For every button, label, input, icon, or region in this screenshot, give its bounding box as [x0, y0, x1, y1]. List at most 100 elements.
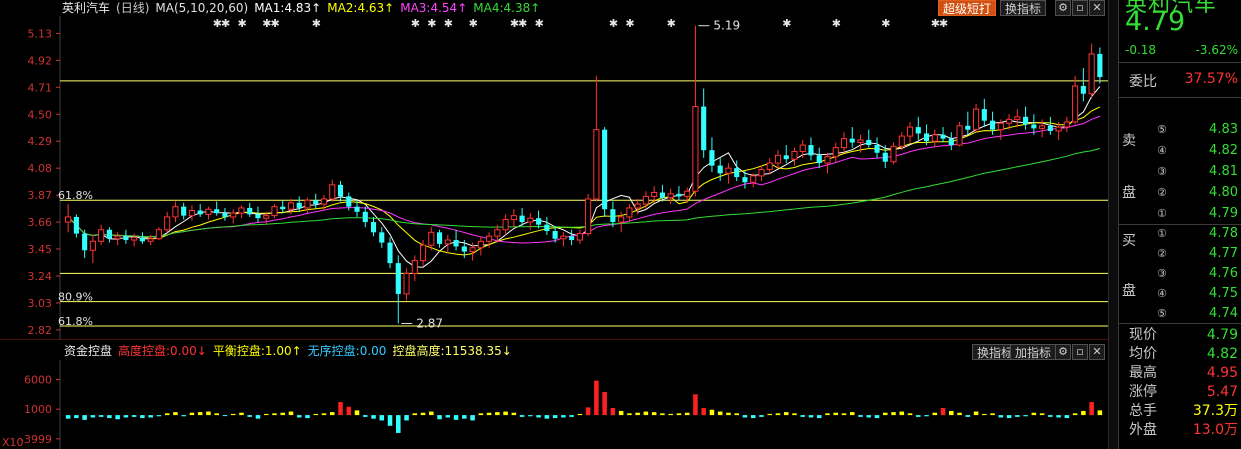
- capital-bar: [280, 412, 285, 416]
- candle-body: [866, 139, 872, 146]
- sub-zoom-icon[interactable]: ▫: [1072, 344, 1088, 360]
- stat-value: 4.95: [1206, 365, 1238, 381]
- add-indicator-button[interactable]: 加指标: [1010, 344, 1057, 360]
- capital-bar: [932, 412, 938, 416]
- candle-body: [965, 125, 971, 130]
- order-book-row[interactable]: ③ 4.76: [1119, 264, 1241, 284]
- candle-body: [667, 193, 674, 199]
- candle-body: [840, 138, 848, 149]
- sub-indicator-name[interactable]: 资金控盘: [64, 344, 112, 358]
- capital-bar: [651, 412, 657, 416]
- candle: [692, 25, 699, 197]
- order-price: 4.81: [1209, 164, 1238, 179]
- candle: [1072, 75, 1079, 125]
- order-book-row[interactable]: ② 4.77: [1119, 244, 1241, 264]
- capital-bar: [618, 410, 624, 416]
- candle: [155, 227, 162, 241]
- order-book-row[interactable]: ⑤ 4.83: [1119, 120, 1241, 140]
- capital-bar: [255, 415, 261, 419]
- capital-bar: [495, 412, 500, 416]
- capital-bar: [907, 413, 913, 416]
- candle-body: [329, 184, 336, 200]
- capital-bar: [693, 394, 698, 416]
- candle: [98, 224, 105, 246]
- candle-body: [296, 202, 302, 208]
- candle: [626, 204, 633, 223]
- capital-bar: [247, 415, 252, 417]
- candle-body: [717, 165, 723, 174]
- candle: [1097, 47, 1103, 84]
- stat-row: 总手 37.3万: [1119, 401, 1241, 421]
- order-book-row[interactable]: ⑤ 4.74: [1119, 304, 1241, 324]
- candle-body: [849, 138, 855, 143]
- candle-body: [898, 135, 905, 147]
- candle: [849, 127, 855, 148]
- candle: [370, 216, 377, 237]
- price-chart[interactable]: 5.13 4.92 4.71 4.50 4.29 4.08 3.87 3.66 3.45 3.24…: [0, 0, 1108, 340]
- candle: [701, 88, 707, 158]
- divider: [1119, 62, 1241, 63]
- sub-settings-icon[interactable]: ⚙: [1055, 344, 1071, 360]
- candle-body: [1080, 86, 1086, 94]
- candle-body: [469, 247, 476, 253]
- y-tick-label: 4.08: [28, 162, 53, 175]
- y-tick-label: 4.92: [28, 54, 53, 67]
- signal-star-icon: ✱: [411, 17, 420, 30]
- candle-body: [808, 145, 814, 156]
- capital-bar: [775, 413, 781, 416]
- candle-body: [701, 106, 707, 151]
- order-book-row[interactable]: ④ 4.75: [1119, 284, 1241, 304]
- sub-close-icon[interactable]: ✕: [1089, 344, 1105, 360]
- capital-bar: [808, 415, 814, 418]
- balance-control-value: 平衡控盘:1.00↑: [212, 344, 302, 358]
- candle: [222, 207, 228, 221]
- capital-bar: [214, 413, 219, 416]
- capital-bar: [916, 415, 921, 417]
- fib-level-label: 61.8%: [58, 189, 93, 202]
- capital-bar: [594, 380, 599, 416]
- signal-star-icon: ✱: [270, 17, 279, 30]
- candle-body: [882, 152, 888, 162]
- candle: [82, 229, 88, 258]
- candle: [379, 227, 385, 248]
- capital-bar: [338, 402, 343, 416]
- capital-bar: [173, 412, 178, 416]
- order-book-row[interactable]: ① 4.79: [1119, 204, 1241, 224]
- order-book-row[interactable]: ② 4.80: [1119, 183, 1241, 203]
- capital-bar: [288, 411, 294, 416]
- order-level-index: ③: [1157, 267, 1167, 280]
- candle-body: [742, 177, 748, 183]
- price-annotation: 5.19: [713, 19, 740, 33]
- capital-bar: [750, 415, 756, 419]
- candle-body: [387, 242, 393, 264]
- candle-body: [82, 233, 88, 251]
- candle-body: [89, 240, 96, 251]
- candle: [247, 202, 253, 217]
- candle: [73, 214, 79, 238]
- high-control-value: 高度控盘:0.00↓: [118, 344, 207, 358]
- capital-bar: [825, 413, 830, 416]
- order-book-row[interactable]: ④ 4.82: [1119, 141, 1241, 161]
- candle-body: [444, 239, 451, 245]
- order-level-index: ⑤: [1157, 123, 1167, 136]
- candle: [1088, 43, 1095, 99]
- candle-body: [106, 229, 112, 239]
- candle-body: [1047, 125, 1053, 131]
- signal-star-icon: ✱: [469, 17, 478, 30]
- capital-control-chart[interactable]: 6000 1000 -3999X10: [0, 360, 1108, 449]
- capital-bar: [115, 415, 120, 420]
- candle: [477, 236, 484, 256]
- order-level-index: ①: [1157, 207, 1167, 220]
- capital-bar: [924, 415, 929, 417]
- candle: [981, 98, 987, 128]
- y-tick-label: 3.24: [28, 270, 53, 283]
- capital-bar: [313, 413, 319, 416]
- capital-bar: [940, 407, 946, 416]
- capital-bar: [181, 415, 186, 417]
- stat-row: 涨停 5.47: [1119, 382, 1241, 402]
- order-book-row[interactable]: ③ 4.81: [1119, 162, 1241, 182]
- stat-label: 总手: [1129, 403, 1157, 419]
- y-tick-label: 2.82: [28, 324, 53, 337]
- order-book-row[interactable]: ① 4.78: [1119, 224, 1241, 244]
- capital-bar: [701, 407, 706, 416]
